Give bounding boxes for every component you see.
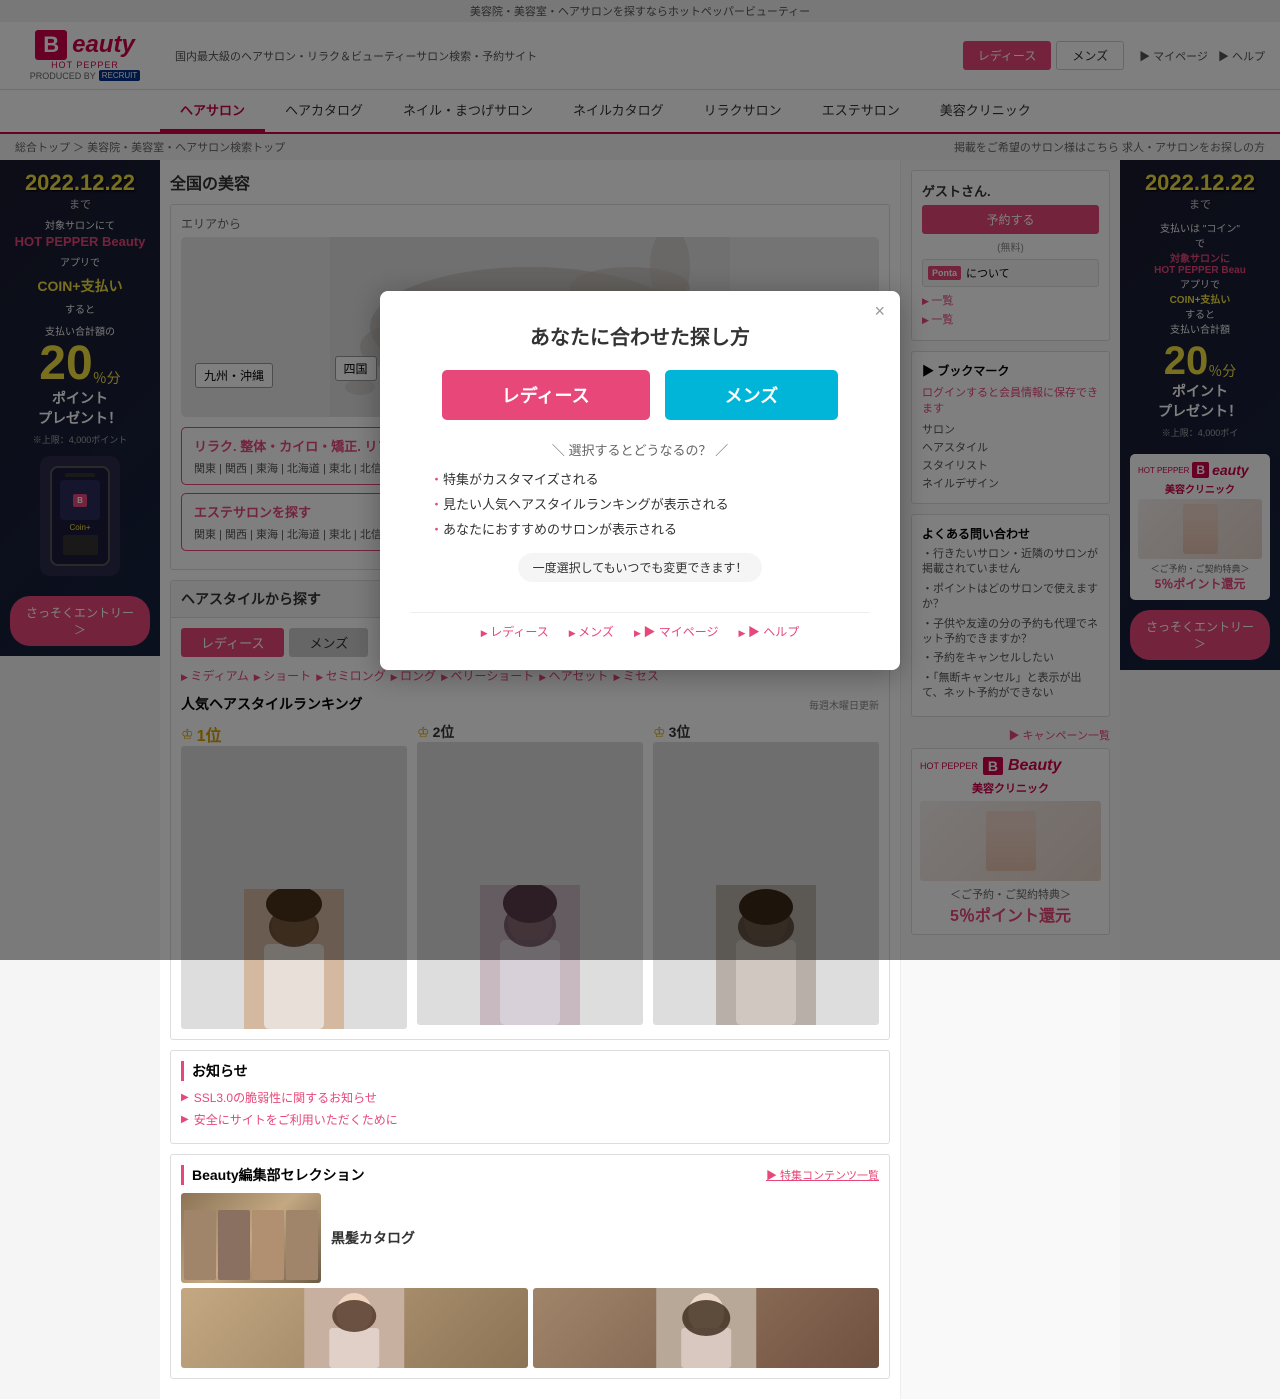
modal-ladies-button[interactable]: レディース (442, 370, 650, 420)
modal-footer-mypage[interactable]: ▶ マイページ (634, 623, 719, 640)
hair-photo-2 (218, 1210, 250, 1280)
editorial-bottom-svg-1 (181, 1288, 528, 1368)
editorial-bottom-img-1 (181, 1288, 528, 1368)
editorial-label-1: 黒髪カタログ (331, 1228, 879, 1248)
modal-benefit-1: 特集がカスタマイズされる (430, 469, 850, 488)
editorial-photos (181, 1207, 321, 1283)
modal-close-button[interactable]: × (874, 301, 885, 322)
modal-footer-mens[interactable]: メンズ (569, 623, 614, 640)
news-title: お知らせ (181, 1061, 879, 1081)
hair-photo-4 (286, 1210, 318, 1280)
modal-footer-ladies[interactable]: レディース (481, 623, 549, 640)
editorial-title-bar: Beauty編集部セレクション ▶ 特集コンテンツ一覧 (181, 1165, 879, 1185)
editorial-bottom-img-2 (533, 1288, 880, 1368)
modal-note-wrap: 一度選択してもいつでも変更できます！ (410, 553, 870, 597)
modal-overlay[interactable]: × あなたに合わせた探し方 レディース メンズ 選択するとどうなるの？ 特集がカ… (0, 0, 1280, 960)
modal-gender-buttons: レディース メンズ (410, 370, 870, 420)
news-item-2[interactable]: 安全にサイトをご利用いただくために (181, 1111, 879, 1128)
modal-footer: レディース メンズ ▶ マイページ ▶ ヘルプ (410, 612, 870, 640)
modal-benefit-3: あなたにおすすめのサロンが表示される (430, 519, 850, 538)
hair-photo-1 (184, 1210, 216, 1280)
editorial-title: Beauty編集部セレクション (181, 1165, 365, 1185)
modal-question: 選択するとどうなるの？ (410, 440, 870, 459)
editorial-more-link[interactable]: ▶ 特集コンテンツ一覧 (766, 1167, 879, 1183)
news-section: お知らせ SSL3.0の脆弱性に関するお知らせ 安全にサイトをご利用いただくため… (170, 1050, 890, 1144)
modal-footer-help[interactable]: ▶ ヘルプ (738, 623, 799, 640)
editorial-item-1[interactable]: 黒髪カタログ (181, 1193, 879, 1283)
modal-note: 一度選択してもいつでも変更できます！ (518, 553, 763, 582)
editorial-image-1 (181, 1193, 321, 1283)
news-item-1[interactable]: SSL3.0の脆弱性に関するお知らせ (181, 1089, 879, 1106)
editorial-bottom-svg-2 (533, 1288, 880, 1368)
modal-title: あなたに合わせた探し方 (410, 321, 870, 350)
hair-photo-3 (252, 1210, 284, 1280)
gender-selection-modal: × あなたに合わせた探し方 レディース メンズ 選択するとどうなるの？ 特集がカ… (380, 291, 900, 670)
editorial-info-1: 黒髪カタログ (331, 1193, 879, 1283)
modal-mens-button[interactable]: メンズ (665, 370, 839, 420)
editorial-section: Beauty編集部セレクション ▶ 特集コンテンツ一覧 黒髪カタログ (170, 1154, 890, 1379)
modal-benefit-2: 見たい人気ヘアスタイルランキングが表示される (430, 494, 850, 513)
editorial-bottom-images (181, 1288, 879, 1368)
modal-benefits: 特集がカスタマイズされる 見たい人気ヘアスタイルランキングが表示される あなたに… (410, 469, 870, 538)
